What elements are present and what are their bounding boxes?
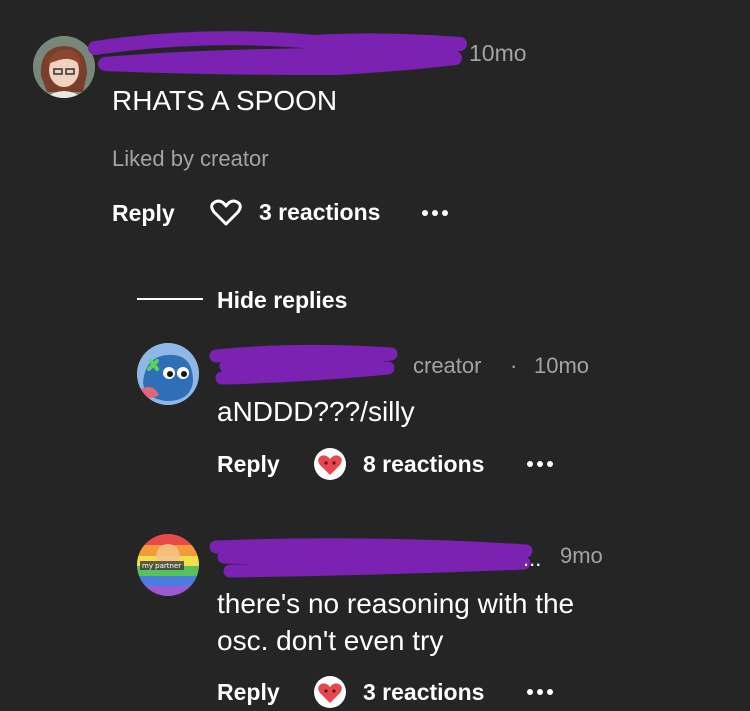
avatar-rainbow-icon: my partner (137, 534, 199, 596)
reply-text: aNDDD???/silly (217, 396, 415, 427)
reply-avatar-rainbow[interactable]: my partner (137, 534, 199, 596)
hide-replies-button[interactable]: Hide replies (217, 287, 347, 314)
heart-outline-icon[interactable] (210, 199, 242, 227)
reply-button[interactable]: Reply (217, 451, 280, 478)
avatar-caption: my partner (142, 562, 181, 570)
comment-time: 10mo (469, 40, 527, 66)
username-ellipsis: ... (523, 546, 542, 571)
reply-button[interactable]: Reply (112, 200, 175, 227)
avatar-blue-creature-icon (137, 343, 199, 405)
liked-by-creator: Liked by creator (112, 146, 269, 171)
redacted-username (209, 538, 533, 578)
heart-face-reaction-icon[interactable] (313, 447, 347, 481)
reply-button[interactable]: Reply (217, 679, 280, 706)
comment-text: RHATS A SPOON (112, 85, 338, 116)
heart-face-reaction-icon[interactable] (313, 675, 347, 709)
reactions-count[interactable]: 3 reactions (363, 679, 484, 706)
thread-divider-line (137, 298, 203, 300)
redacted-username (88, 31, 467, 75)
reply-text-line-2: osc. don't even try (217, 625, 444, 656)
reply-avatar-blob[interactable] (137, 343, 199, 405)
more-options-icon[interactable] (422, 210, 448, 216)
more-options-icon[interactable] (527, 689, 553, 695)
reactions-count[interactable]: 8 reactions (363, 451, 484, 478)
creator-badge: creator (413, 353, 482, 378)
reply-time: 10mo (534, 353, 590, 378)
reply-text-line-1: there's no reasoning with the (217, 588, 575, 619)
more-options-icon[interactable] (527, 461, 553, 467)
reactions-count[interactable]: 3 reactions (259, 199, 380, 226)
reply-time: 9mo (560, 543, 603, 568)
redacted-username (209, 344, 398, 385)
meta-separator: · (510, 353, 518, 378)
